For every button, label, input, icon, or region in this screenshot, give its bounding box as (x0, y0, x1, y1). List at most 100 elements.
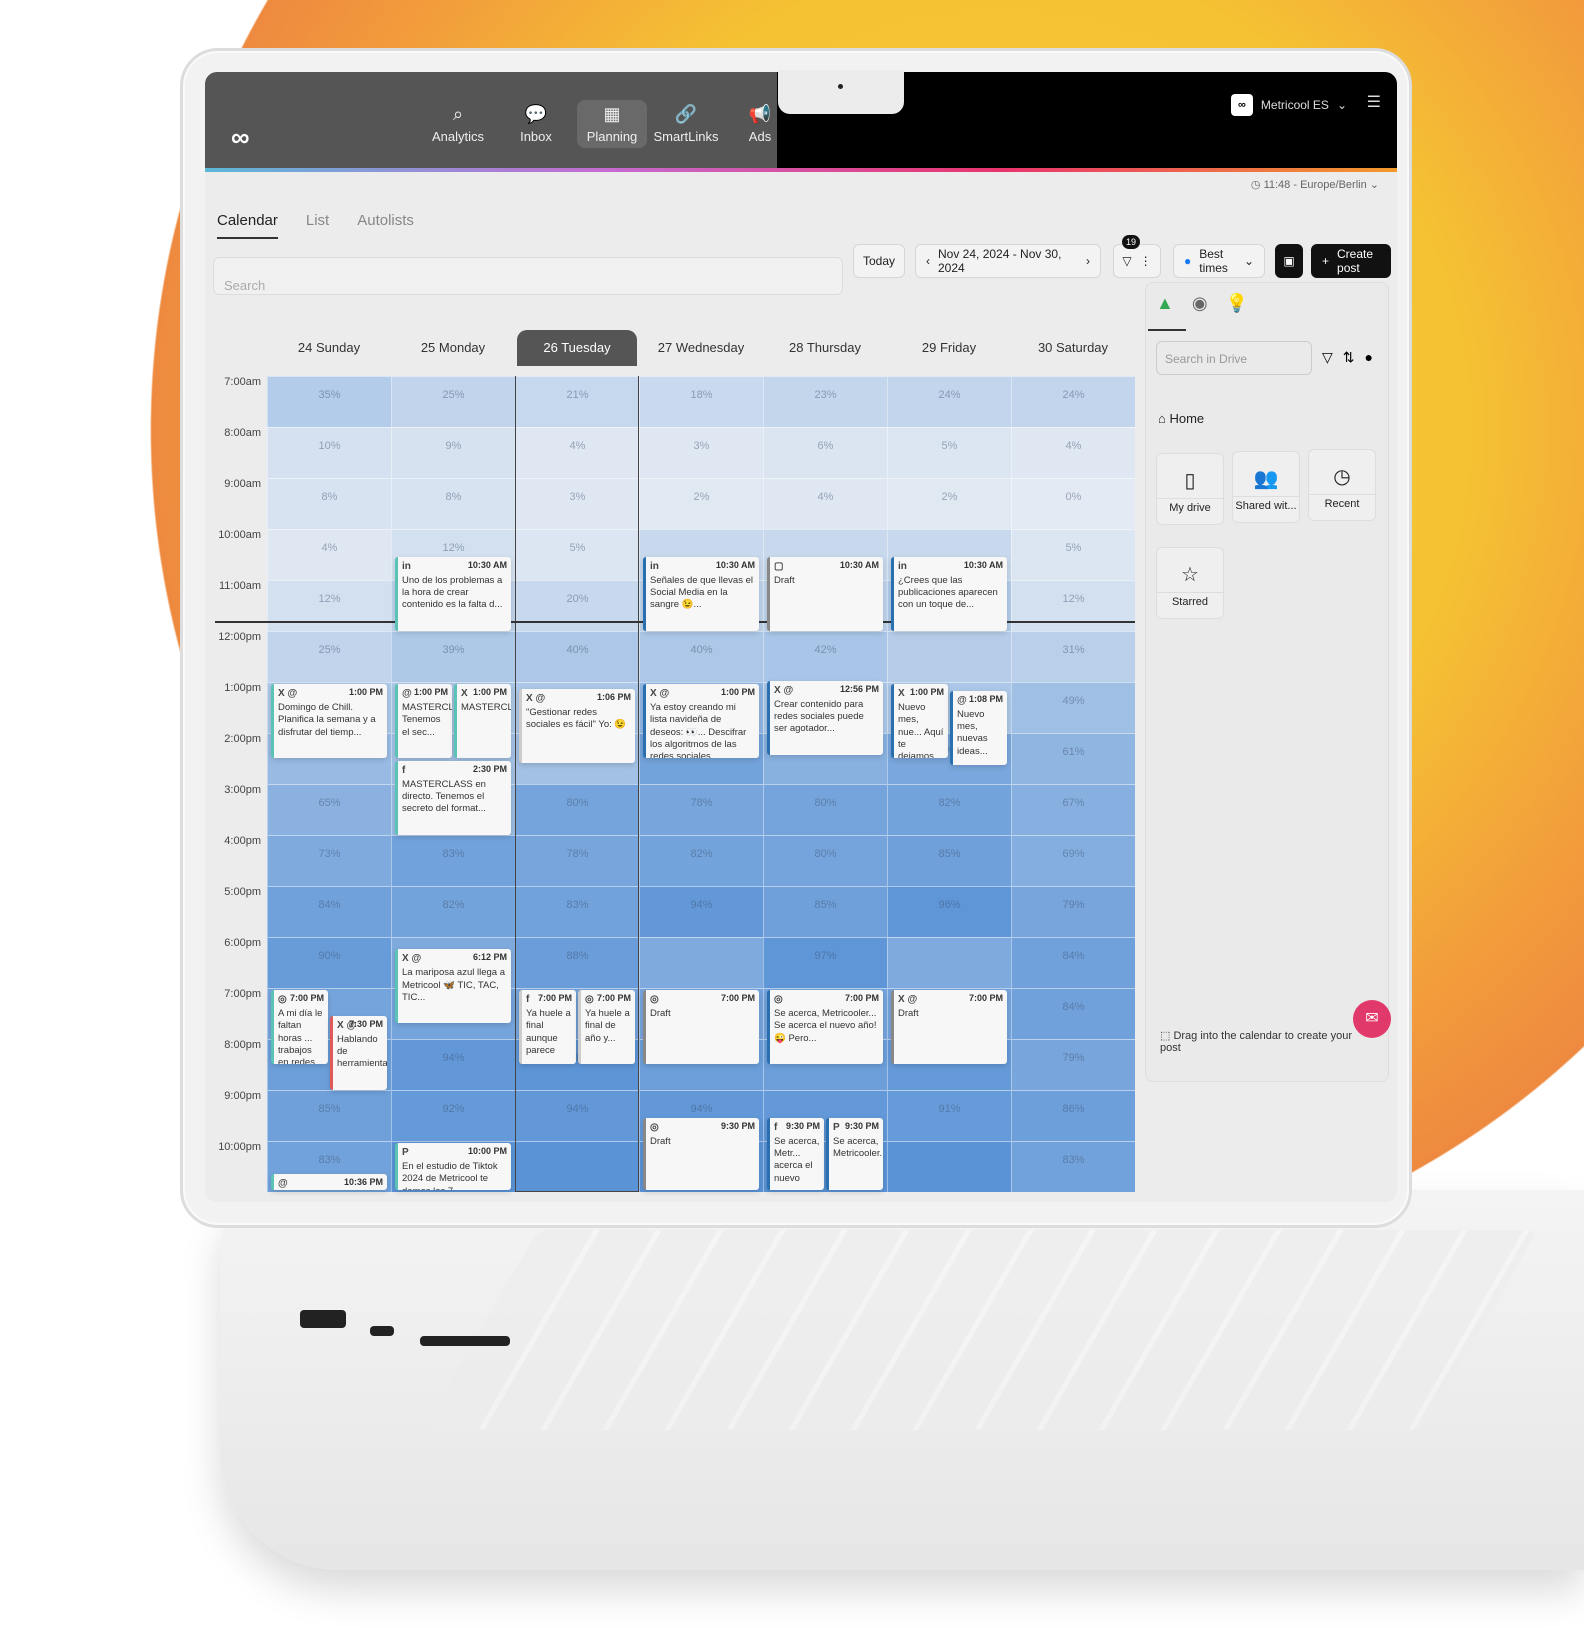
best-time-cell[interactable]: 90% (267, 937, 391, 988)
best-time-cell[interactable]: 67% (1011, 784, 1135, 835)
day-header[interactable]: 26 Tuesday (517, 330, 637, 366)
canva-icon[interactable]: ◉ (1192, 293, 1208, 314)
post-card[interactable]: X1:00 PMMASTERCLA... (454, 684, 511, 758)
best-time-cell[interactable]: 65% (267, 784, 391, 835)
best-time-cell[interactable]: 31% (1011, 631, 1135, 682)
best-time-cell[interactable]: 5% (1011, 529, 1135, 580)
best-time-cell[interactable]: 85% (267, 1090, 391, 1141)
nav-planning[interactable]: ▦ Planning (577, 100, 647, 148)
best-time-cell[interactable]: 80% (763, 835, 887, 886)
best-time-cell[interactable]: 78% (639, 784, 763, 835)
best-time-cell[interactable]: 61% (1011, 733, 1135, 784)
post-card[interactable]: in 10:30 AM Señales de que llevas el Socia… (643, 556, 759, 631)
best-time-cell[interactable]: 91% (887, 1090, 1011, 1141)
day-header[interactable]: 27 Wednesday (641, 330, 761, 366)
google-drive-icon[interactable]: ▲ (1156, 293, 1174, 314)
best-time-cell[interactable]: 79% (1011, 886, 1135, 937)
post-card[interactable]: in 10:30 AM Uno de los problemas a la hora… (395, 556, 511, 631)
today-button[interactable]: Today (853, 244, 905, 278)
post-card[interactable]: ▢ 10:30 AM Draft (767, 556, 883, 631)
day-header[interactable]: 28 Thursday (765, 330, 885, 366)
best-time-cell[interactable]: 80% (763, 784, 887, 835)
post-card[interactable]: ◎ 7:00 PM A mi día le faltan horas ... tra… (271, 990, 328, 1064)
best-time-cell[interactable]: 69% (1011, 835, 1135, 886)
hamburger-menu-icon[interactable]: ☰ (1367, 92, 1381, 112)
post-card[interactable]: f 2:30 PM MASTERCLASS en directo. Tenemos … (395, 760, 511, 835)
best-time-cell[interactable]: 24% (887, 376, 1011, 427)
best-time-cell[interactable]: 35% (267, 376, 391, 427)
best-time-cell[interactable]: 25% (391, 376, 515, 427)
best-time-cell[interactable]: 2% (639, 478, 763, 529)
post-card[interactable]: ◎ 7:00 PM Draft (643, 990, 759, 1064)
metricool-logo[interactable]: ∞ (231, 122, 250, 153)
tile-shared[interactable]: 👥 Shared wit... (1232, 451, 1300, 523)
best-time-cell[interactable]: 6% (763, 427, 887, 478)
best-time-cell[interactable]: 94% (639, 886, 763, 937)
best-time-cell[interactable]: 4% (1011, 427, 1135, 478)
best-time-cell[interactable]: 83% (1011, 1141, 1135, 1192)
post-card[interactable]: X @7:30 PMHablando de herramientas... (330, 1015, 387, 1090)
best-time-cell[interactable]: 83% (391, 835, 515, 886)
post-card[interactable]: ◎ 9:30 PM Draft (643, 1117, 759, 1190)
post-card[interactable]: in 10:30 AM ¿Crees que las publicaciones a… (891, 556, 1007, 631)
post-card[interactable]: f 7:00 PM Ya huele a final aunque parece (519, 990, 576, 1064)
best-time-cell[interactable]: 12% (1011, 580, 1135, 631)
tile-my-drive[interactable]: ▯ My drive (1156, 453, 1224, 525)
best-time-cell[interactable]: 85% (887, 835, 1011, 886)
best-time-cell[interactable]: 97% (763, 937, 887, 988)
post-card[interactable]: X @1:06 PM "Gestionar redes sociales es f… (519, 689, 635, 764)
post-card[interactable]: f 9:30 PM Se acerca, Metr... acerca el nue… (767, 1117, 824, 1190)
post-card[interactable]: X 1:00 PM Nuevo mes, nue... Aquí te dejamo… (891, 684, 948, 758)
search-input[interactable]: Search (213, 257, 843, 295)
best-time-cell[interactable] (887, 1141, 1011, 1192)
best-time-cell[interactable]: 42% (763, 631, 887, 682)
tab-list[interactable]: List (306, 212, 329, 239)
best-time-cell[interactable]: 23% (763, 376, 887, 427)
best-time-cell[interactable]: 8% (267, 478, 391, 529)
prev-week-icon[interactable]: ‹ (926, 254, 930, 268)
nav-analytics[interactable]: ⌕ Analytics (423, 100, 493, 148)
best-time-cell[interactable]: 3% (639, 427, 763, 478)
best-time-cell[interactable]: 4% (267, 529, 391, 580)
create-post-button[interactable]: + Create post (1311, 244, 1391, 278)
tab-calendar[interactable]: Calendar (217, 212, 278, 239)
date-range-picker[interactable]: ‹ Nov 24, 2024 - Nov 30, 2024 › (915, 244, 1101, 278)
best-time-cell[interactable] (887, 631, 1011, 682)
more-icon[interactable]: ⋮ (1140, 254, 1152, 268)
lightbulb-icon[interactable]: 💡 (1226, 293, 1248, 314)
best-time-cell[interactable]: 8% (391, 478, 515, 529)
best-times-dropdown[interactable]: ● Best times ⌄ (1173, 244, 1265, 278)
drive-search-input[interactable]: Search in Drive (1156, 341, 1312, 375)
sort-icon[interactable]: ⇅ (1343, 349, 1355, 366)
timezone[interactable]: ◷ 11:48 - Europe/Berlin ⌄ (1251, 178, 1379, 191)
post-card[interactable]: X @1:00 PM Domingo de Chill. Planifica la… (271, 684, 387, 758)
best-time-cell[interactable]: 92% (391, 1090, 515, 1141)
media-library-button[interactable]: ▣ (1275, 244, 1303, 278)
tab-autolists[interactable]: Autolists (357, 212, 414, 239)
best-time-cell[interactable] (639, 937, 763, 988)
best-time-cell[interactable]: 12% (267, 580, 391, 631)
best-time-cell[interactable]: 82% (391, 886, 515, 937)
post-card[interactable]: @1:00 PMMASTERCLASS Tenemos el sec... (395, 684, 452, 758)
best-time-cell[interactable]: 84% (267, 886, 391, 937)
home-breadcrumb[interactable]: ⌂ Home (1158, 411, 1204, 426)
account-selector[interactable]: ∞ Metricool ES ⌄ (1230, 94, 1347, 116)
nav-inbox[interactable]: 💬 Inbox (501, 100, 571, 148)
best-time-cell[interactable]: 94% (391, 1039, 515, 1090)
filter-icon[interactable]: ▽ (1322, 349, 1333, 366)
best-time-cell[interactable]: 73% (267, 835, 391, 886)
best-time-cell[interactable]: 84% (1011, 988, 1135, 1039)
day-header[interactable]: 24 Sunday (269, 330, 389, 366)
next-week-icon[interactable]: › (1086, 254, 1090, 268)
best-time-cell[interactable]: 4% (763, 478, 887, 529)
best-time-cell[interactable]: 9% (391, 427, 515, 478)
best-time-cell[interactable]: 18% (639, 376, 763, 427)
post-card[interactable]: @10:36 PM (271, 1173, 387, 1190)
best-time-cell[interactable]: 49% (1011, 682, 1135, 733)
day-header[interactable]: 25 Monday (393, 330, 513, 366)
best-time-cell[interactable]: 82% (887, 784, 1011, 835)
best-time-cell[interactable]: 79% (1011, 1039, 1135, 1090)
best-time-cell[interactable]: 5% (887, 427, 1011, 478)
post-card[interactable]: X @1:00 PM Ya estoy creando mi lista navi… (643, 684, 759, 758)
filter-button[interactable]: 19 ▽ ⋮ (1113, 235, 1161, 278)
